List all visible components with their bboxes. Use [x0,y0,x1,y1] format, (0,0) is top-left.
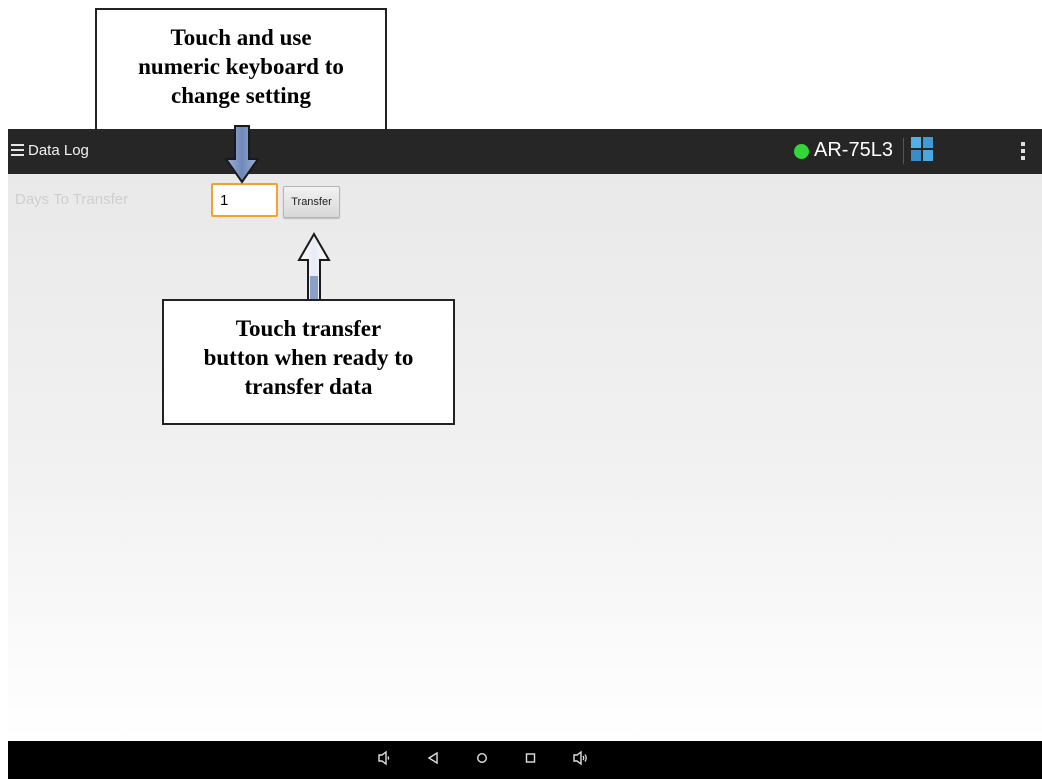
divider [903,138,904,164]
page-title: Data Log [28,142,89,159]
app-screen: Data Log AR-75L3 Days To Transfer Transf… [8,129,1042,779]
callout-line: Touch transfer [235,316,382,341]
volume-down-icon[interactable] [377,750,393,770]
arrow-up-icon [297,232,331,301]
volume-up-icon[interactable] [572,750,590,770]
callout-change-setting: Touch and use numeric keyboard to change… [95,8,387,131]
home-icon[interactable] [475,750,489,770]
callout-line: button when ready to [203,345,414,370]
device-name[interactable]: AR-75L3 [814,139,893,162]
callout-line: Touch and use [170,25,312,50]
callout-line: numeric keyboard to [138,54,344,79]
overflow-menu-icon[interactable] [1021,142,1025,160]
callout-line: change setting [171,83,311,108]
system-nav-bar [8,741,1042,779]
content-area: Days To Transfer Transfer [8,174,1042,741]
recents-icon[interactable] [524,750,538,770]
menu-icon[interactable] [11,144,24,157]
tiles-icon[interactable] [911,137,934,163]
days-to-transfer-label: Days To Transfer [15,191,129,208]
arrow-down-icon [224,125,260,184]
callout-line: transfer data [244,374,373,399]
transfer-button[interactable]: Transfer [283,186,340,218]
action-bar: Data Log AR-75L3 [8,129,1042,174]
days-to-transfer-input[interactable] [211,183,278,217]
back-icon[interactable] [426,750,440,770]
callout-transfer-data: Touch transfer button when ready to tran… [162,299,455,425]
connection-status-icon [794,144,809,159]
